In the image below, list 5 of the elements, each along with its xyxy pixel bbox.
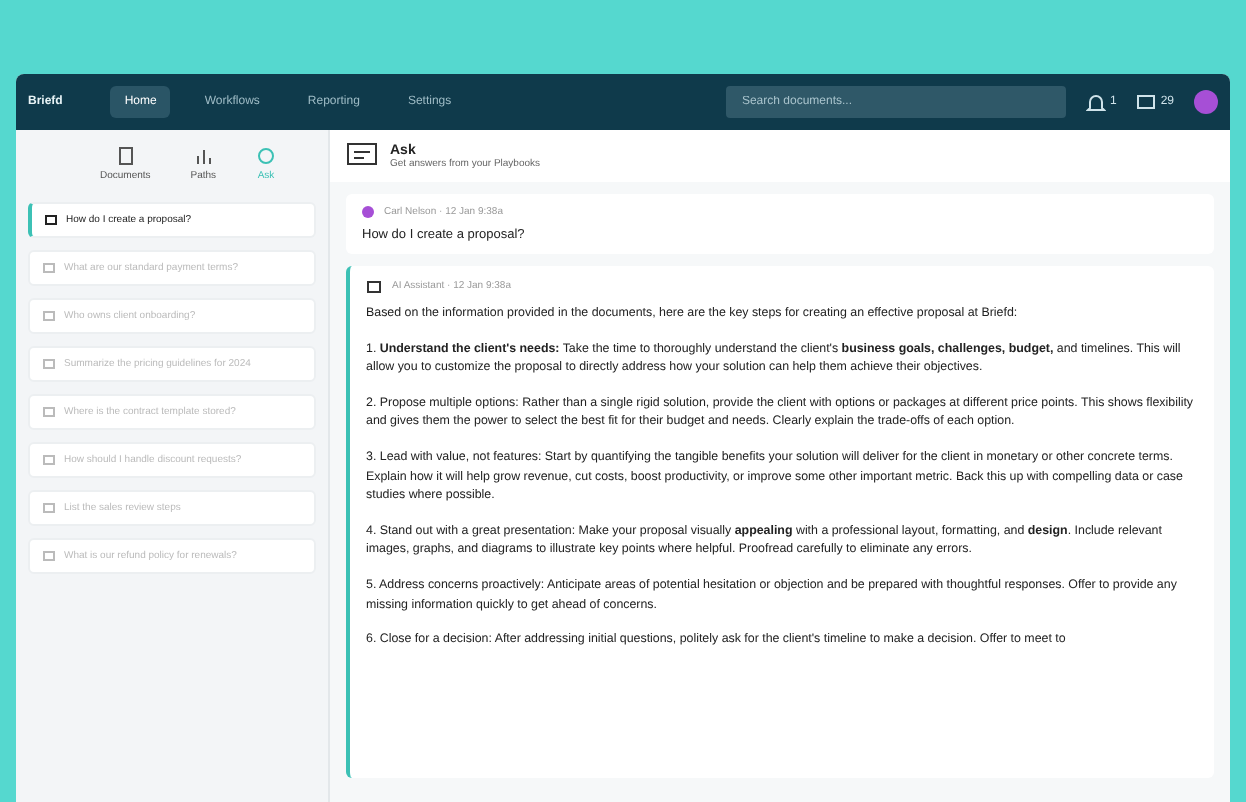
bell-icon	[1085, 93, 1106, 111]
chart-icon	[193, 146, 214, 166]
avatar[interactable]	[1194, 90, 1218, 114]
document-icon	[115, 146, 136, 166]
user-avatar	[362, 206, 374, 218]
